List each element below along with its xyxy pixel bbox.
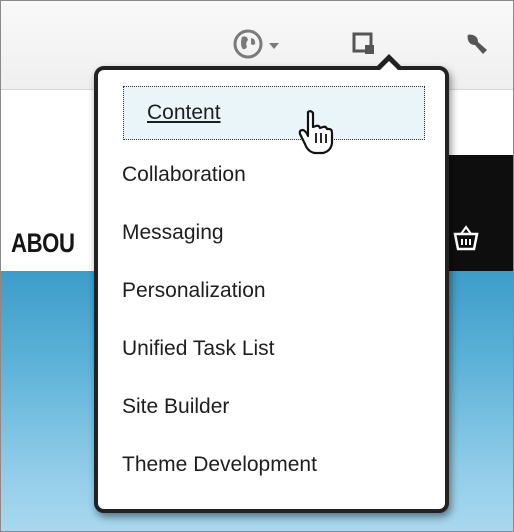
menu-item-content[interactable]: Content <box>123 86 425 140</box>
basket-icon[interactable] <box>451 225 481 256</box>
menu-item-site-builder[interactable]: Site Builder <box>122 381 422 433</box>
globe-icon <box>233 29 263 64</box>
menu-item-theme-development[interactable]: Theme Development <box>122 439 422 491</box>
wrench-icon <box>463 30 491 63</box>
language-menu-button[interactable] <box>233 29 279 63</box>
pages-dropdown-menu: Content Collaboration Messaging Personal… <box>94 66 449 513</box>
menu-item-unified-task-list[interactable]: Unified Task List <box>122 323 422 375</box>
hand-cursor-icon <box>297 109 335 160</box>
square-icon <box>351 31 377 62</box>
menu-item-collaboration[interactable]: Collaboration <box>122 149 422 201</box>
screenshot-frame: ABOU Content Collaboration Messaging Per… <box>0 0 514 532</box>
dropdown-pointer-fill <box>380 61 398 70</box>
pages-menu-button[interactable] <box>351 29 377 63</box>
settings-button[interactable] <box>463 29 491 63</box>
menu-item-messaging[interactable]: Messaging <box>122 207 422 259</box>
cart-area <box>443 155 513 271</box>
chevron-down-icon <box>269 43 279 49</box>
nav-item-about[interactable]: ABOU <box>11 228 75 259</box>
menu-item-personalization[interactable]: Personalization <box>122 265 422 317</box>
